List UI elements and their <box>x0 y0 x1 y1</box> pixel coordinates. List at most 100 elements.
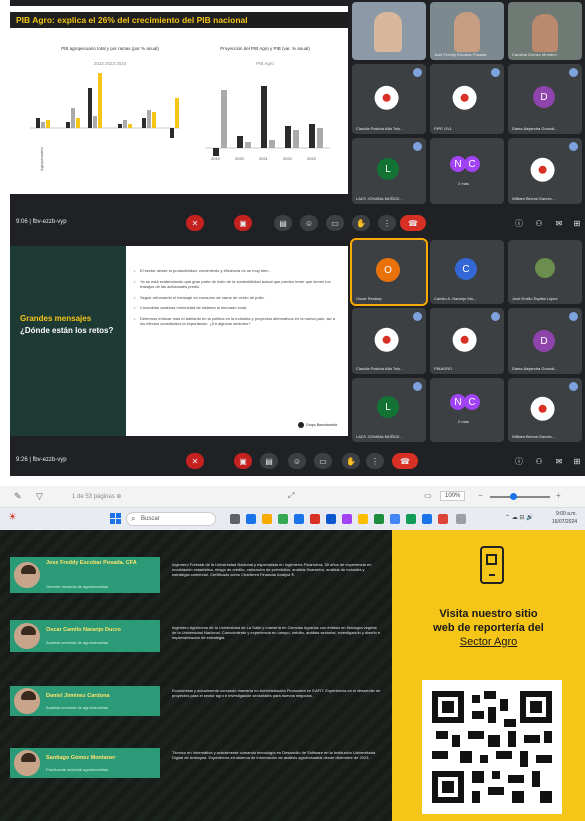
participant-tile[interactable]: C Camilo A. Naranjo Ma... <box>430 240 504 304</box>
app-icon[interactable] <box>374 514 384 524</box>
clock-time[interactable]: 9:00 a.m. <box>556 511 577 517</box>
slide-side-panel: Grandes mensajes ¿Dónde están los retos? <box>10 246 126 436</box>
participant-name: William Bernal Garcés... <box>512 196 555 201</box>
emoji-button[interactable]: ☺ <box>300 215 318 231</box>
bullet-item: Consolidar cadenas Inmunidad de sistema … <box>134 305 339 311</box>
app-icon[interactable] <box>390 514 400 524</box>
participant-tile[interactable]: D Diana Alejandra Gonzál... <box>508 308 582 374</box>
chat-button[interactable]: ✉ <box>550 453 568 469</box>
mic-off-button[interactable]: ✕ <box>186 453 204 469</box>
meeting-code: 9:06 | fbv-ezzb-vyp <box>16 219 67 225</box>
windows-start-icon[interactable] <box>110 513 121 524</box>
participant-tile[interactable]: O Oscar Restrep <box>350 238 428 306</box>
chart-right-title: Proyección del PIB Agro y PIB (var. % an… <box>220 46 310 51</box>
zoom-in-icon[interactable]: + <box>556 491 561 500</box>
people-button[interactable]: ⚇ <box>530 215 548 231</box>
brand-name: Grupo Bancolombia <box>306 423 337 427</box>
people-button[interactable]: ⚇ <box>530 453 548 469</box>
info-button[interactable]: ⓘ <box>510 453 528 469</box>
avatar: C <box>464 156 480 172</box>
emoji-button[interactable]: ☺ <box>288 453 306 469</box>
search-placeholder: Buscar <box>141 516 160 522</box>
slide-title-bar: PIB Agro: explica el 26% del crecimiento… <box>10 12 348 28</box>
taskbar-search[interactable]: ⌕ Buscar <box>126 512 216 526</box>
info-button[interactable]: ⓘ <box>510 215 528 231</box>
more-options-button[interactable]: ⋮ <box>366 453 384 469</box>
mic-icon <box>413 68 422 77</box>
promo-link[interactable]: Sector Agro <box>392 636 585 648</box>
weather-icon[interactable]: ☀ <box>8 512 17 523</box>
participant-tile[interactable]: William Bernal Garcés... <box>508 138 582 204</box>
clock-date[interactable]: 16/07/2024 <box>552 519 577 525</box>
draw-icon[interactable]: ✎ <box>14 491 22 502</box>
app-icon[interactable] <box>278 514 288 524</box>
meet-window-1: PIB Agro: explica el 26% del crecimiento… <box>10 0 585 208</box>
app-icon[interactable] <box>294 514 304 524</box>
participant-tile[interactable]: FINAGRO <box>430 308 504 374</box>
app-icon[interactable] <box>422 514 432 524</box>
app-icon[interactable] <box>438 514 448 524</box>
bar <box>46 120 50 128</box>
participant-tile[interactable]: Claudia Patricia Alfa Tolo... <box>352 308 426 374</box>
tray-icons[interactable]: ⌃ ☁ ⊟ 🔊 <box>505 514 534 521</box>
participant-tile[interactable]: José Freddy Escobar Posada <box>430 2 504 60</box>
member-photo <box>12 686 42 716</box>
captions-button[interactable]: ▤ <box>274 215 292 231</box>
participant-tile[interactable]: Claudia Patricia Alfa Tolo... <box>352 64 426 134</box>
zoom-out-icon[interactable]: − <box>478 491 483 500</box>
mic-off-button[interactable]: ✕ <box>186 215 204 231</box>
participant-tile[interactable]: L LADY JOHANA MUÑOZ... <box>352 378 426 442</box>
zoom-value[interactable]: 100% <box>440 491 466 501</box>
participant-tile[interactable]: N C 2 más <box>430 138 504 204</box>
camera-off-button[interactable]: ▣ <box>234 215 252 231</box>
participant-tile[interactable]: FIPE GVL <box>430 64 504 134</box>
app-icon[interactable] <box>358 514 368 524</box>
end-call-button[interactable]: ☎ <box>400 215 426 231</box>
participant-name: Claudia Patricia Alfa Tolo... <box>356 126 404 131</box>
participant-tile[interactable]: N C 2 más <box>430 378 504 442</box>
pages-icon[interactable]: ▭ <box>424 491 432 500</box>
person-silhouette <box>532 14 558 52</box>
bar <box>309 124 315 148</box>
present-button[interactable]: ▭ <box>326 215 344 231</box>
camera-off-button[interactable]: ▣ <box>234 453 252 469</box>
participant-tile[interactable]: Carolina Gómez Montero <box>508 2 582 60</box>
present-button[interactable]: ▭ <box>314 453 332 469</box>
member-description: Técnico en Informática y actualmente cur… <box>172 750 376 761</box>
activities-button[interactable]: ⊞ <box>568 453 585 469</box>
x-tick: 2019 <box>211 156 221 161</box>
mic-icon <box>569 382 578 391</box>
app-icon[interactable] <box>406 514 416 524</box>
activities-button[interactable]: ⊞ <box>568 215 585 231</box>
zoom-slider-handle[interactable] <box>510 493 517 500</box>
app-icon[interactable] <box>342 514 352 524</box>
end-call-button[interactable]: ☎ <box>392 453 418 469</box>
participant-tile[interactable] <box>352 2 426 60</box>
member-name: Daniel Jiménez Cardona <box>46 693 110 699</box>
qr-code[interactable] <box>422 680 562 814</box>
participant-tile[interactable]: D Diana Alejandra Gonzál... <box>508 64 582 134</box>
raise-hand-button[interactable]: ✋ <box>342 453 360 469</box>
captions-button[interactable]: ▤ <box>260 453 278 469</box>
app-icon[interactable] <box>310 514 320 524</box>
raise-hand-button[interactable]: ✋ <box>352 215 370 231</box>
bar <box>71 108 75 128</box>
participant-tile[interactable]: L LADY JOHANA MUÑOZ... <box>352 138 426 204</box>
app-icon[interactable] <box>326 514 336 524</box>
chart-pib-ramas: Agropecuario <box>30 73 180 171</box>
filter-icon[interactable]: ▽ <box>36 491 43 502</box>
chat-button[interactable]: ✉ <box>550 215 568 231</box>
zoom-slider[interactable] <box>490 493 550 500</box>
avatar: D <box>533 330 555 352</box>
more-options-button[interactable]: ⋮ <box>378 215 396 231</box>
team-member-card: Oscar Camilo Naranjo Ducro Analista sect… <box>10 620 160 652</box>
bar <box>245 142 251 148</box>
app-icon[interactable] <box>246 514 256 524</box>
app-icon[interactable] <box>230 514 240 524</box>
fit-icon[interactable]: ⤢ <box>288 491 294 501</box>
participant-tile[interactable]: José Emilio Espitia López <box>508 240 582 304</box>
app-icon[interactable] <box>262 514 272 524</box>
member-name: Santiago Gómez Montaner <box>46 755 116 761</box>
app-icon[interactable] <box>456 514 466 524</box>
participant-tile[interactable]: William Bernal Garcés... <box>508 378 582 442</box>
